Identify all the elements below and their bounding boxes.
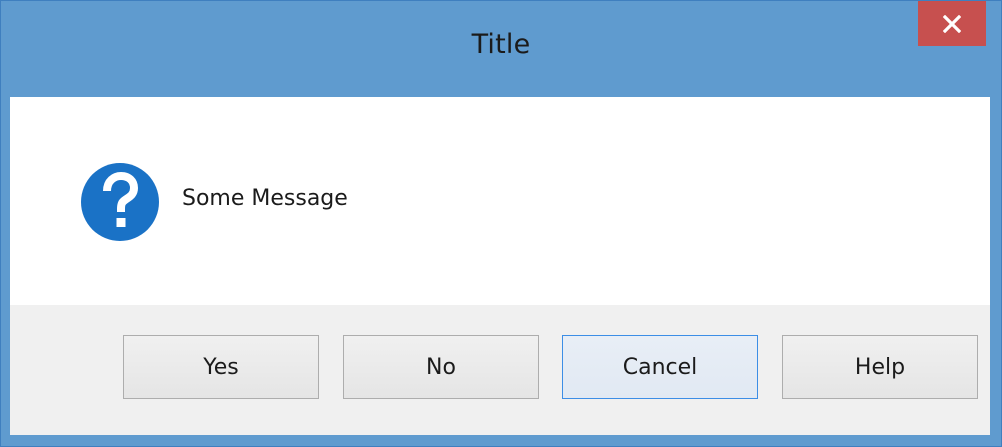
message-box-window: Title Some Message Yes No Cancel Help	[0, 0, 1002, 447]
dialog-message: Some Message	[182, 186, 348, 211]
cancel-button[interactable]: Cancel	[562, 335, 758, 399]
help-button[interactable]: Help	[782, 335, 978, 399]
close-icon	[943, 14, 961, 33]
close-button[interactable]	[918, 1, 986, 46]
window-title: Title	[471, 29, 531, 60]
question-icon	[80, 162, 160, 242]
button-bar: Yes No Cancel Help	[10, 305, 990, 435]
yes-button[interactable]: Yes	[123, 335, 319, 399]
dialog-content: Some Message	[10, 97, 990, 305]
no-button[interactable]: No	[343, 335, 539, 399]
title-bar[interactable]: Title	[1, 1, 1001, 97]
